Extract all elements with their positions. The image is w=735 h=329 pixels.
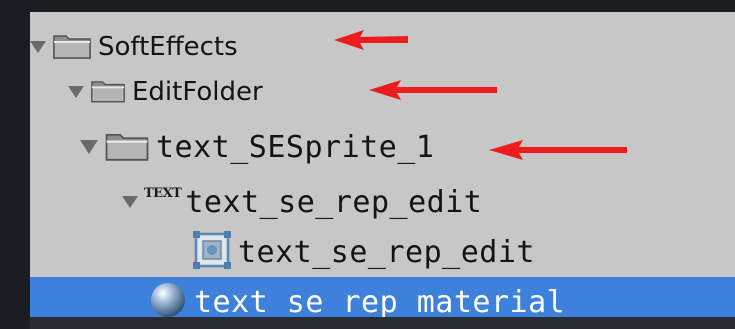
annotation-arrow-icon — [334, 30, 408, 50]
annotation-arrow-icon — [369, 80, 497, 100]
tree-item-label: SoftEffects — [98, 32, 238, 62]
folder-icon — [104, 128, 150, 166]
material-sphere-icon — [148, 280, 188, 317]
tree-item-label: text_se_rep_edit — [185, 184, 483, 220]
folder-icon — [52, 30, 92, 64]
expand-triangle-icon[interactable] — [80, 140, 98, 154]
hierarchy-panel: SoftEffects EditFolder text_SESprite_1 T… — [30, 12, 735, 317]
text-icon: TEXT — [144, 186, 182, 201]
tree-item-text-se-rep-edit-sprite[interactable]: text_se_rep_edit — [30, 227, 735, 277]
expand-triangle-icon[interactable] — [68, 86, 84, 98]
expand-triangle-icon[interactable] — [30, 41, 46, 53]
tree-item-label: text_SESprite_1 — [156, 129, 435, 165]
expand-triangle-icon[interactable] — [122, 196, 138, 208]
tree-item-label: EditFolder — [132, 77, 263, 107]
annotation-arrow-icon — [489, 140, 627, 160]
tree-item-text-se-rep-material[interactable]: text_se_rep_material — [30, 277, 735, 317]
tree-item-text-se-rep-edit[interactable]: TEXT text_se_rep_edit — [30, 177, 735, 227]
sprite-icon — [192, 230, 232, 274]
bottom-strip — [30, 317, 735, 329]
folder-icon — [90, 76, 126, 108]
tree-item-label: text_se_rep_edit — [238, 234, 535, 270]
tree-item-label: text_se_rep_material — [194, 284, 566, 318]
